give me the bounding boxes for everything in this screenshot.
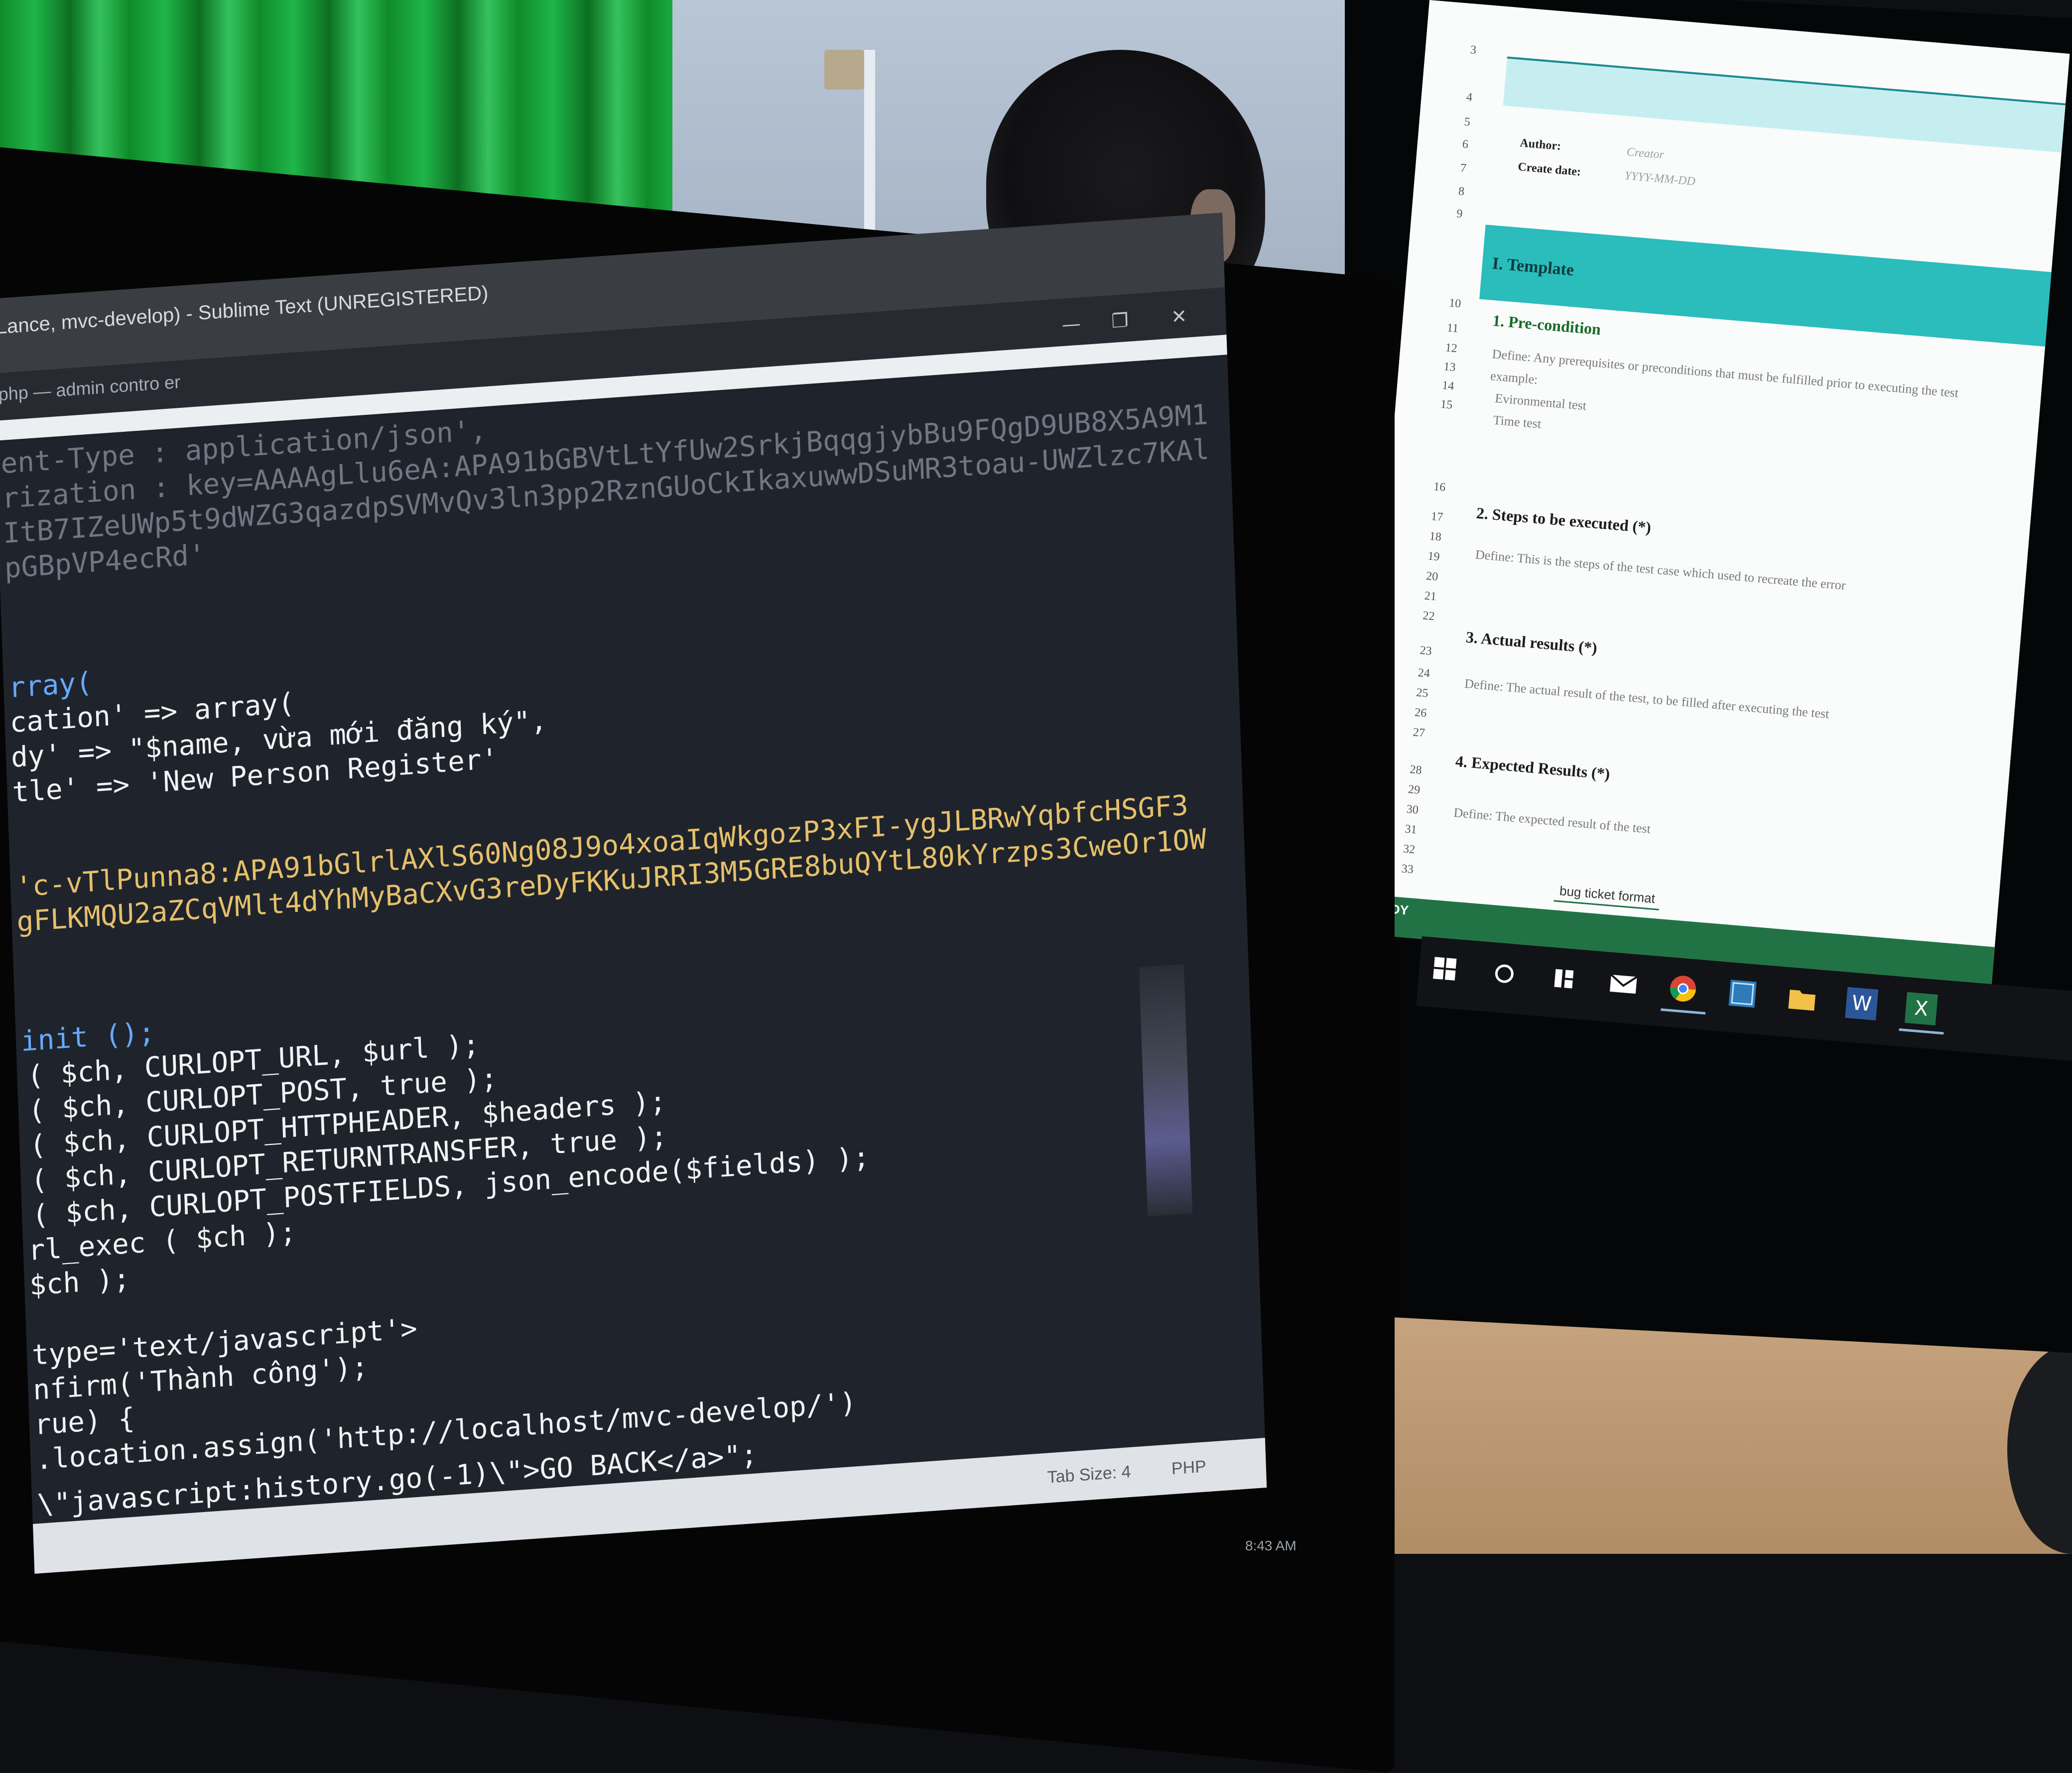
sublime-text-window: Lance, mvc-develop) - Sublime Text (UNRE… xyxy=(0,213,1267,1574)
row-number: 33 xyxy=(1401,862,1414,877)
file-tab[interactable]: php — admin contro er xyxy=(0,372,181,405)
task-view-icon[interactable] xyxy=(1547,962,1580,996)
row-number: 26 xyxy=(1414,706,1427,720)
row-number: 25 xyxy=(1416,686,1429,700)
row-number: 18 xyxy=(1428,529,1442,544)
windows-start-icon[interactable] xyxy=(1428,952,1461,986)
word-icon[interactable]: W xyxy=(1845,987,1879,1020)
row-number: 20 xyxy=(1425,569,1439,584)
minimap[interactable] xyxy=(1139,964,1193,1217)
excel-window: 3 4 5 6 7 8 9 10 11 12 13 14 15 16 17 18… xyxy=(1351,0,2070,987)
code-line: rue) { xyxy=(33,1402,135,1442)
row-number: 5 xyxy=(1463,115,1471,129)
row-number: 21 xyxy=(1424,589,1437,604)
row-number: 14 xyxy=(1441,379,1455,393)
row-number: 32 xyxy=(1403,842,1416,857)
row-number: 6 xyxy=(1461,137,1469,151)
row-number: 30 xyxy=(1406,802,1419,817)
row-number: 16 xyxy=(1433,480,1446,495)
row-number: 7 xyxy=(1459,161,1467,175)
row-number: 28 xyxy=(1409,763,1423,777)
active-app-indicator xyxy=(1899,1028,1944,1035)
syntax-indicator[interactable]: PHP xyxy=(1171,1457,1206,1479)
row-number: 23 xyxy=(1419,644,1432,658)
row-number: 17 xyxy=(1430,509,1444,524)
row-number: 12 xyxy=(1444,341,1458,356)
row-number: 3 xyxy=(1469,43,1477,57)
mail-icon[interactable] xyxy=(1607,967,1640,1001)
code-editor[interactable]: ent-Type : application/json', rization : … xyxy=(0,357,1265,1524)
restore-icon[interactable]: ❐ xyxy=(1111,309,1129,332)
row-number: 10 xyxy=(1448,296,1462,311)
active-app-indicator xyxy=(1661,1008,1706,1015)
row-number: 29 xyxy=(1408,783,1421,797)
row-number: 15 xyxy=(1440,397,1453,412)
taskbar-clock: 8:43 AM xyxy=(1245,1538,1296,1553)
row-number: 19 xyxy=(1427,549,1440,564)
app-icon[interactable] xyxy=(1726,977,1759,1011)
close-icon[interactable]: ✕ xyxy=(1171,305,1187,328)
minimize-icon[interactable]: — xyxy=(1061,312,1081,336)
row-number: 27 xyxy=(1412,726,1425,740)
code-line: rray( xyxy=(8,666,93,705)
chrome-icon[interactable] xyxy=(1667,972,1700,1006)
code-line: init (); xyxy=(20,1016,156,1058)
row-number: 8 xyxy=(1457,185,1465,199)
row-number: 22 xyxy=(1422,609,1435,624)
row-number: 24 xyxy=(1417,666,1430,680)
row-number: 11 xyxy=(1446,321,1459,336)
excel-icon[interactable]: X xyxy=(1904,992,1938,1025)
row-number: 9 xyxy=(1456,207,1463,221)
pipe-bracket xyxy=(824,50,864,90)
row-number: 13 xyxy=(1443,360,1456,374)
row-number: 4 xyxy=(1465,90,1473,104)
tab-size-indicator[interactable]: Tab Size: 4 xyxy=(1047,1462,1131,1488)
code-line: $ch ); xyxy=(29,1263,131,1302)
search-circle-icon[interactable] xyxy=(1488,957,1521,991)
file-explorer-icon[interactable] xyxy=(1786,982,1819,1015)
row-number: 31 xyxy=(1404,822,1418,837)
